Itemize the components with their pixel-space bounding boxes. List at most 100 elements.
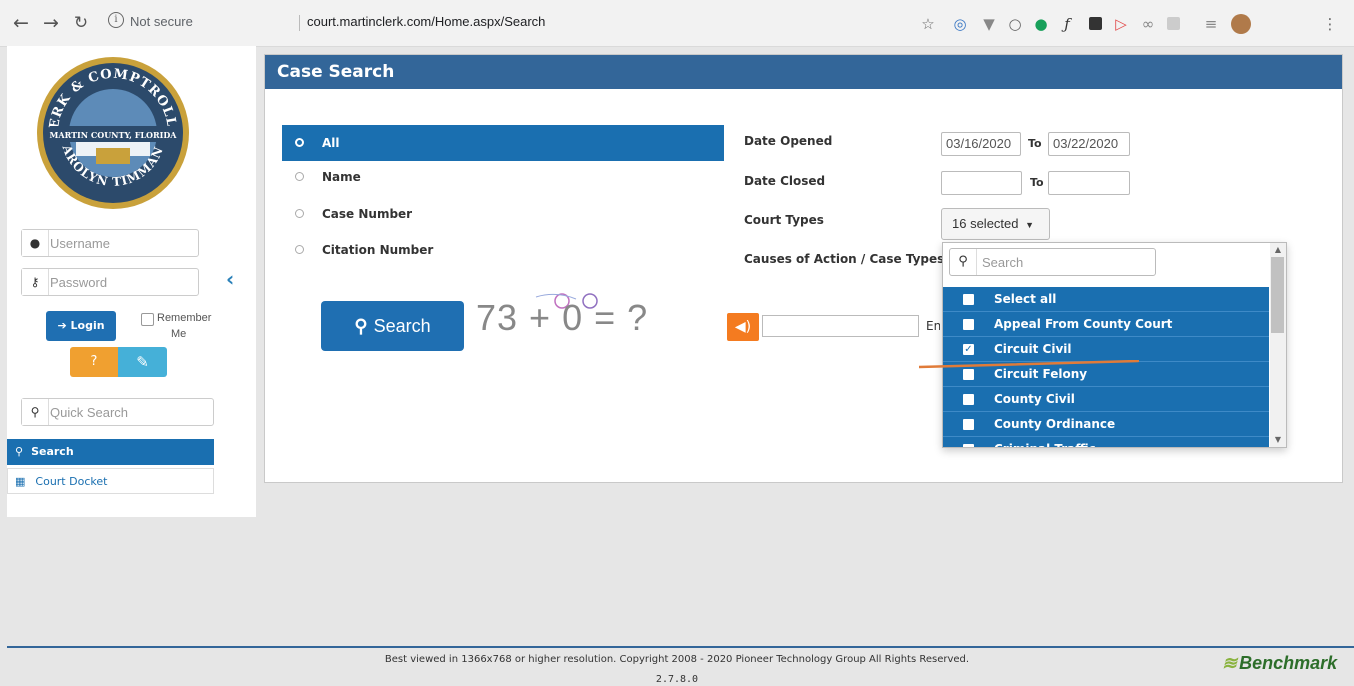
quick-search-input[interactable]	[50, 402, 207, 422]
checkbox[interactable]	[963, 294, 974, 305]
date-closed-label: Date Closed	[744, 174, 826, 188]
search-type-label: Name	[322, 170, 361, 184]
scroll-down-icon[interactable]: ▼	[1270, 434, 1286, 446]
caret-down-icon: ▼	[1025, 220, 1035, 230]
info-icon[interactable]: i	[108, 12, 124, 28]
back-arrow-icon[interactable]: ←	[10, 12, 32, 34]
captcha-audio-button[interactable]: ◀)	[727, 313, 759, 341]
radio-button[interactable]	[295, 245, 304, 254]
search-icon: ⚲	[950, 249, 977, 275]
dropdown-option[interactable]: Appeal From County Court	[943, 312, 1269, 337]
search-icon: ⚲	[22, 399, 49, 425]
option-label: Circuit Civil	[994, 342, 1072, 356]
captcha-input[interactable]	[762, 315, 919, 337]
option-label: County Civil	[994, 392, 1075, 406]
checkbox[interactable]	[963, 444, 974, 447]
search-type-name[interactable]: Name	[282, 159, 724, 195]
dropdown-search-input[interactable]	[982, 253, 1152, 271]
search-type-label: Citation Number	[322, 243, 434, 257]
username-group: ●	[21, 229, 199, 257]
login-button[interactable]: ➔ Login	[46, 311, 116, 341]
search-icon: ⚲	[354, 316, 368, 336]
search-type-label: All	[322, 136, 340, 150]
password-group: ⚷	[21, 268, 199, 296]
checkbox[interactable]	[963, 394, 974, 405]
sidebar-item-court-docket[interactable]: ▦ Court Docket	[7, 468, 214, 494]
extension-cb-icon[interactable]	[1089, 17, 1102, 30]
court-types-value: 16 selected	[952, 216, 1019, 231]
checkbox[interactable]	[963, 319, 974, 330]
bookmark-star-icon[interactable]: ☆	[918, 14, 938, 34]
option-label: Select all	[994, 292, 1057, 306]
security-status: Not secure	[130, 14, 193, 29]
key-icon: ⚷	[22, 269, 49, 295]
quick-search-group: ⚲	[21, 398, 214, 426]
calendar-icon: ▦	[15, 475, 26, 488]
browser-menu-icon[interactable]: ⋮	[1320, 14, 1340, 34]
question-icon: ?	[90, 354, 98, 369]
extension-k-icon[interactable]	[1167, 17, 1180, 30]
sidebar: CLERK & COMPTROLLER CAROLYN TIMMANN MART…	[7, 46, 256, 517]
county-seal-logo: CLERK & COMPTROLLER CAROLYN TIMMANN MART…	[36, 56, 189, 209]
footer-version: 2.7.8.0	[655, 674, 699, 685]
url-separator	[299, 15, 300, 31]
register-button[interactable]: ✎	[118, 347, 167, 377]
sign-in-icon: ➔	[57, 319, 67, 332]
help-button[interactable]: ?	[70, 347, 118, 377]
search-type-label: Case Number	[322, 207, 413, 221]
username-input[interactable]	[50, 233, 192, 253]
dropdown-option[interactable]: Criminal Traffic	[943, 437, 1269, 447]
reading-list-icon[interactable]: ≡	[1201, 14, 1221, 34]
password-input[interactable]	[50, 272, 192, 292]
search-button[interactable]: ⚲ Search	[321, 301, 464, 351]
browser-toolbar: ← → ↻ i Not secure court.martinclerk.com…	[0, 0, 1354, 47]
address-bar[interactable]: i Not secure court.martinclerk.com/Home.…	[100, 10, 1350, 36]
search-type-case-number[interactable]: Case Number	[282, 196, 724, 232]
seal-middle-text: MARTIN COUNTY, FLORIDA	[50, 130, 178, 140]
forward-arrow-icon[interactable]: →	[40, 12, 62, 34]
remember-checkbox[interactable]	[141, 313, 154, 326]
edit-icon: ✎	[136, 353, 149, 371]
url-text[interactable]: court.martinclerk.com/Home.aspx/Search	[307, 14, 545, 29]
extension-opera-icon[interactable]: ◎	[950, 14, 970, 34]
extension-vue-icon[interactable]: ▼	[979, 14, 999, 34]
dropdown-option[interactable]: County Civil	[943, 387, 1269, 412]
chevron-left-icon[interactable]: ‹	[226, 267, 234, 291]
radio-button[interactable]	[295, 209, 304, 218]
dropdown-option[interactable]: ✓ Circuit Civil	[943, 337, 1269, 362]
checkbox-checked[interactable]: ✓	[963, 344, 974, 355]
court-types-label: Court Types	[744, 213, 824, 227]
search-type-all[interactable]: All	[282, 125, 724, 161]
date-closed-to-input[interactable]	[1048, 171, 1130, 195]
search-button-label: Search	[373, 316, 431, 336]
extension-link-icon[interactable]: ∞	[1138, 14, 1158, 34]
dropdown-option[interactable]: County Ordinance	[943, 412, 1269, 437]
court-types-select[interactable]: 16 selected ▼	[941, 208, 1050, 240]
radio-button[interactable]	[295, 138, 304, 147]
option-label: County Ordinance	[994, 417, 1116, 431]
court-types-dropdown: ⚲ Select all Appeal From County Court ✓ …	[942, 242, 1287, 448]
reload-icon[interactable]: ↻	[70, 12, 92, 34]
sidebar-item-label: Court Docket	[35, 475, 108, 488]
brand-name: Benchmark	[1239, 653, 1338, 673]
dropdown-option-select-all[interactable]: Select all	[943, 287, 1269, 312]
extension-arrow-icon[interactable]: ▷	[1111, 14, 1131, 34]
date-opened-to-input[interactable]: 03/22/2020	[1048, 132, 1130, 156]
radio-button[interactable]	[295, 172, 304, 181]
profile-avatar[interactable]	[1231, 14, 1251, 34]
footer-divider	[7, 646, 1354, 648]
scroll-up-icon[interactable]: ▲	[1270, 244, 1286, 256]
checkbox[interactable]	[963, 419, 974, 430]
extension-formula-icon[interactable]: ƒ	[1057, 14, 1077, 34]
dropdown-scroll-thumb[interactable]	[1271, 257, 1284, 333]
annotation-stroke	[919, 360, 1139, 369]
date-opened-from-input[interactable]: 03/16/2020	[941, 132, 1021, 156]
search-type-citation-number[interactable]: Citation Number	[282, 232, 724, 268]
date-closed-to-label: To	[1030, 176, 1044, 189]
date-closed-from-input[interactable]	[941, 171, 1022, 195]
extension-grammarly-icon[interactable]: ●	[1031, 14, 1051, 34]
date-opened-to-label: To	[1028, 137, 1042, 150]
login-label: Login	[70, 319, 105, 332]
extension-circle-icon[interactable]: ○	[1005, 14, 1025, 34]
sidebar-item-search[interactable]: ⚲ Search	[7, 439, 214, 465]
